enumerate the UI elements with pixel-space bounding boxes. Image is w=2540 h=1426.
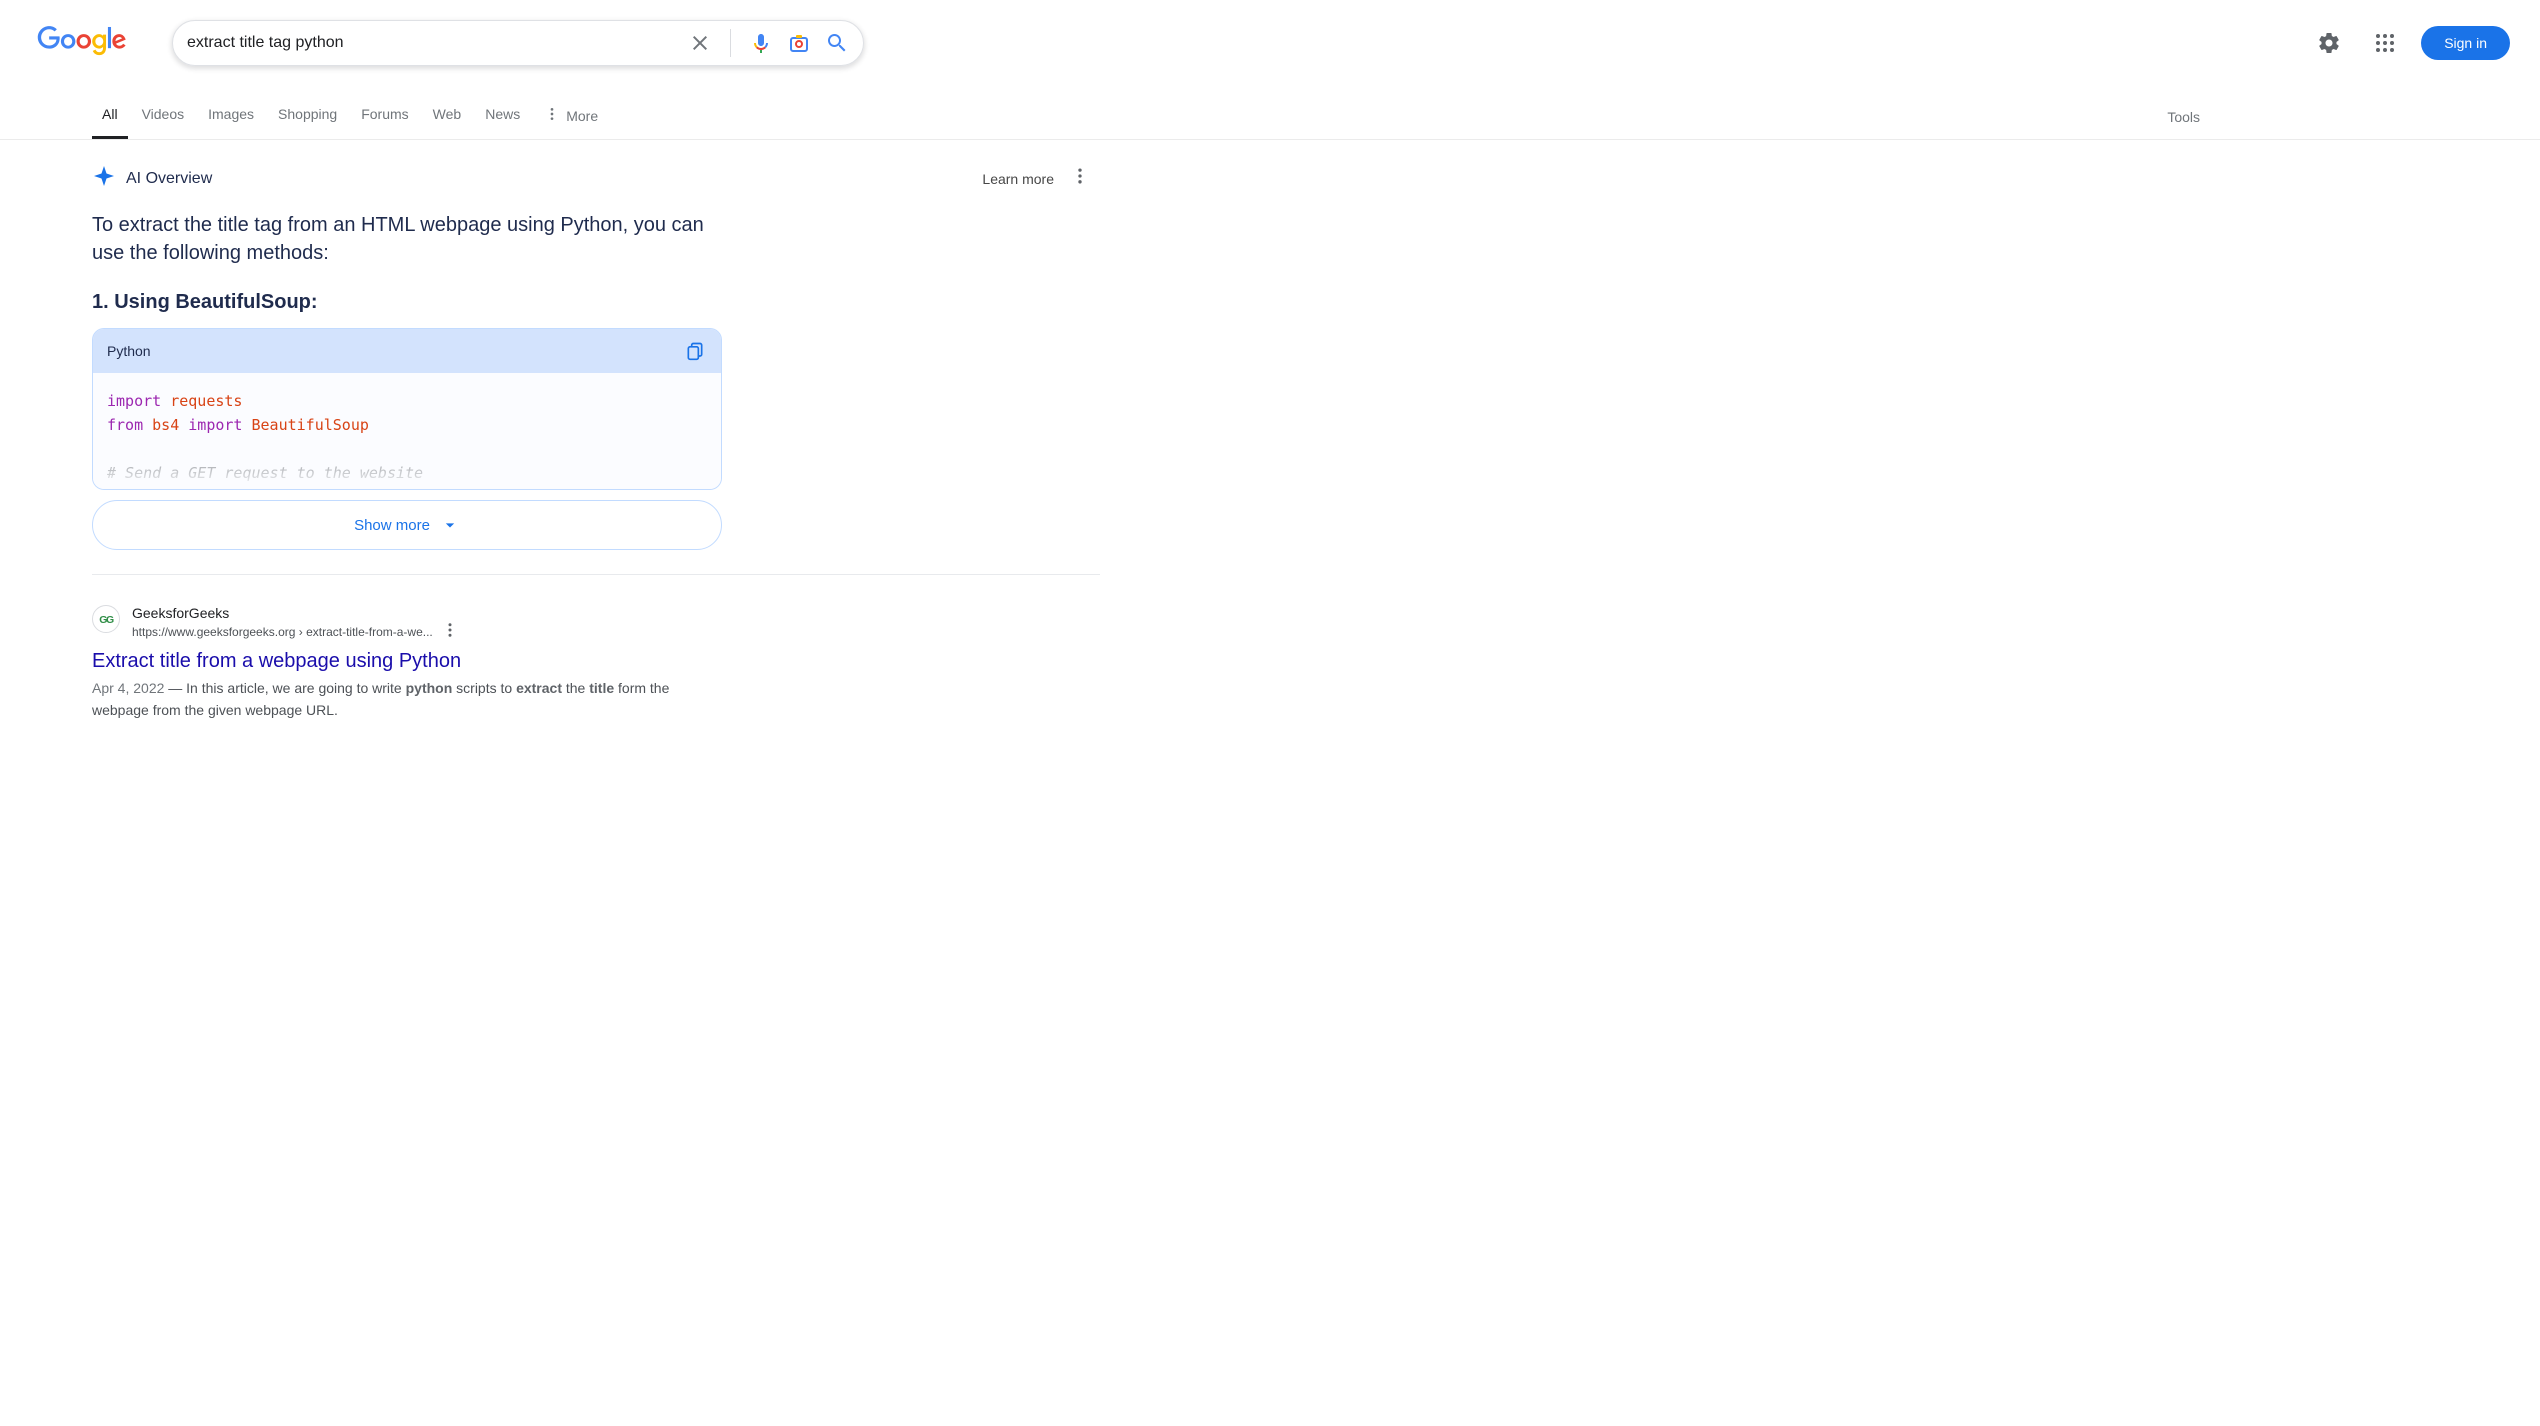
settings-icon[interactable] <box>2309 23 2349 63</box>
code-block: Python import requests from bs4 import B… <box>92 328 722 490</box>
ai-overview-title: AI Overview <box>126 170 212 188</box>
svg-text:G: G <box>106 614 114 626</box>
more-dots-icon <box>544 106 560 125</box>
code-content: import requests from bs4 import Beautifu… <box>93 373 721 489</box>
result-url: https://www.geeksforgeeks.org › extract-… <box>132 625 433 639</box>
result-title[interactable]: Extract title from a webpage using Pytho… <box>92 650 722 673</box>
voice-search-icon[interactable] <box>749 31 773 55</box>
separator <box>730 29 731 57</box>
ai-heading-1: 1. Using BeautifulSoup: <box>92 291 1100 314</box>
code-language-label: Python <box>107 343 151 359</box>
search-icon[interactable] <box>825 31 849 55</box>
copy-icon[interactable] <box>683 339 707 363</box>
ai-intro-text: To extract the title tag from an HTML we… <box>92 211 712 267</box>
tab-news[interactable]: News <box>475 94 530 139</box>
tab-images[interactable]: Images <box>198 94 264 139</box>
search-result: GG GeeksforGeeks https://www.geeksforgee… <box>92 605 722 721</box>
tab-all[interactable]: All <box>92 94 128 139</box>
result-sitename: GeeksforGeeks <box>132 605 722 621</box>
tab-forums[interactable]: Forums <box>351 94 418 139</box>
search-container <box>172 20 864 66</box>
google-logo[interactable] <box>36 26 128 61</box>
sparkle-icon <box>92 164 116 193</box>
result-snippet: Apr 4, 2022 — In this article, we are go… <box>92 677 722 721</box>
ai-menu-icon[interactable] <box>1070 166 1090 191</box>
clear-icon[interactable] <box>688 31 712 55</box>
tab-videos[interactable]: Videos <box>132 94 195 139</box>
tools-button[interactable]: Tools <box>2167 97 2200 137</box>
tabs: All Videos Images Shopping Forums Web Ne… <box>92 94 608 139</box>
show-more-label: Show more <box>354 517 430 534</box>
apps-icon[interactable] <box>2365 23 2405 63</box>
learn-more-link[interactable]: Learn more <box>982 171 1054 187</box>
show-more-button[interactable]: Show more <box>92 500 722 550</box>
result-menu-icon[interactable] <box>441 621 459 642</box>
signin-button[interactable]: Sign in <box>2421 26 2510 60</box>
chevron-down-icon <box>440 515 460 535</box>
tab-more[interactable]: More <box>534 94 608 139</box>
code-fade <box>93 439 721 489</box>
divider <box>92 574 1100 575</box>
search-input[interactable] <box>187 34 688 52</box>
result-favicon: GG <box>92 605 120 633</box>
tab-web[interactable]: Web <box>423 94 472 139</box>
tab-shopping[interactable]: Shopping <box>268 94 347 139</box>
result-date: Apr 4, 2022 <box>92 680 164 696</box>
image-search-icon[interactable] <box>787 31 811 55</box>
tab-more-label: More <box>566 108 598 124</box>
